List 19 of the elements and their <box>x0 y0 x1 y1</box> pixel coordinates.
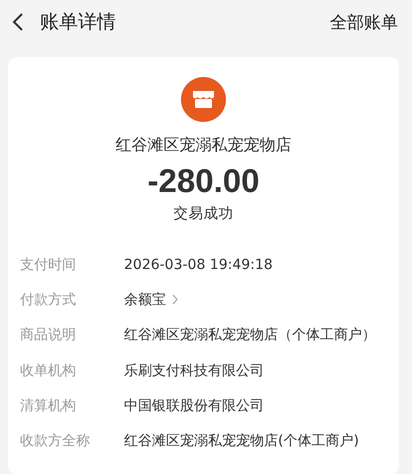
detail-label: 收款方全称 <box>20 432 91 450</box>
chevron-icon <box>172 294 178 306</box>
detail-value: 红谷滩区宠溺私宠宠物店（个体工商户） <box>124 326 376 344</box>
transaction-status: 交易成功 <box>174 204 234 223</box>
detail-value: 乐刷支付科技有限公司 <box>124 362 264 380</box>
detail-label: 收单机构 <box>20 362 77 380</box>
detail-value: 中国银联股份有限公司 <box>124 396 264 415</box>
payment-method-link[interactable]: 余额宝 <box>124 290 178 309</box>
detail-value: 红谷滩区宠溺私宠宠物店(个体工商户) <box>124 432 359 450</box>
amount: -280.00 <box>148 162 260 200</box>
page-title: 账单详情 <box>40 10 117 35</box>
detail-label: 商品说明 <box>20 326 77 344</box>
detail-value: 2026-03-08 19:49:18 <box>124 256 273 273</box>
detail-label: 付款方式 <box>20 290 77 309</box>
merchant-name: 红谷滩区宠溺私宠宠物店 <box>116 135 292 156</box>
detail-label: 支付时间 <box>20 256 77 274</box>
shop-icon <box>181 77 226 122</box>
all-bills-link[interactable]: 全部账单 <box>330 10 398 34</box>
detail-label: 清算机构 <box>20 396 77 415</box>
